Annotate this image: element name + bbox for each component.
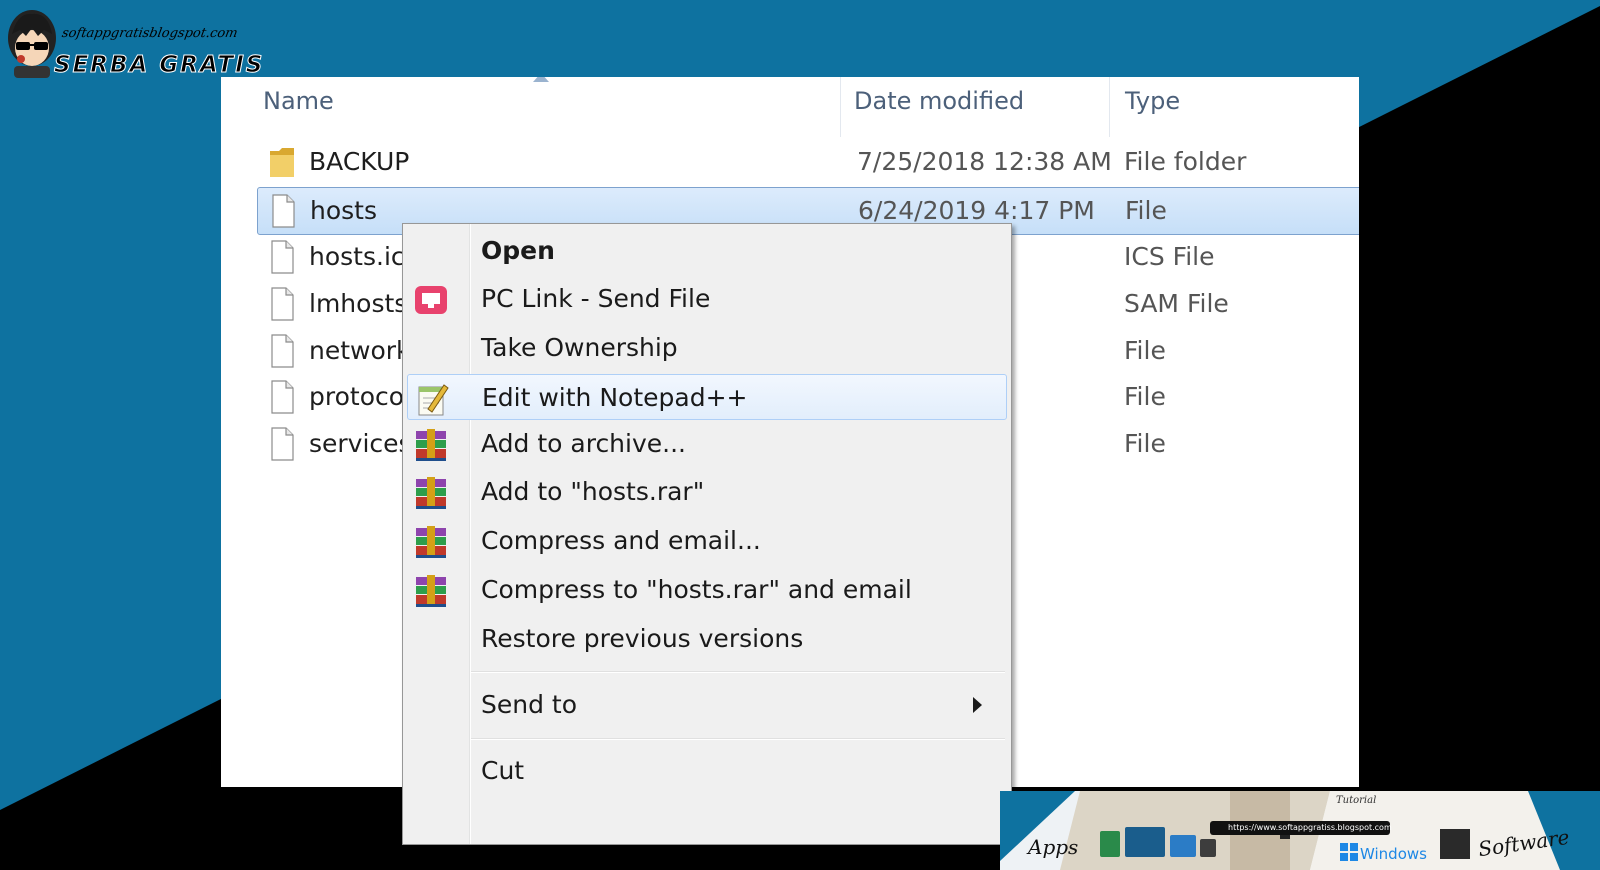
banner-tutorial-text: Tutorial [1336,795,1377,806]
banner-windows-text: Windows [1360,845,1427,863]
folder-icon [270,148,294,177]
menu-item-label: PC Link - Send File [481,284,711,313]
winrar-icon [416,575,446,607]
menu-item-label: Restore previous versions [481,624,804,653]
menu-item-edit-with-notepad[interactable]: Edit with Notepad++ [407,374,1007,420]
file-name: hosts.ic [309,242,405,271]
file-icon [271,380,294,414]
menu-item-compress-and-email[interactable]: Compress and email... [407,518,1007,564]
notepad-plus-plus-icon [418,384,449,416]
file-icon [271,334,294,368]
menu-item-add-to-hosts-rar[interactable]: Add to "hosts.rar" [407,469,1007,515]
winrar-icon [416,477,446,509]
file-type: File [1124,382,1166,411]
menu-item-label: Edit with Notepad++ [482,383,748,412]
file-date: 6/24/2019 4:17 PM [858,196,1095,225]
file-date: 7/25/2018 12:38 AM [857,147,1112,176]
menu-item-add-to-archive[interactable]: Add to archive... [407,421,1007,467]
banner-url: https://www.softappgratiss.blogspot.com [1228,823,1392,832]
sort-indicator-icon [533,77,549,82]
column-divider[interactable] [840,77,841,137]
winrar-icon [416,429,446,461]
mascot-avatar [8,10,56,78]
watermark-logo: softappgratisblogspot.com SERBA GRATIS [4,4,263,80]
menu-item-label: Add to "hosts.rar" [481,477,705,506]
submenu-arrow-icon [973,697,982,713]
menu-separator [471,671,1005,673]
file-type: SAM File [1124,289,1229,318]
file-type: File [1124,429,1166,458]
file-type: File [1125,196,1167,225]
menu-item-label: Take Ownership [481,333,678,362]
file-row[interactable]: BACKUP 7/25/2018 12:38 AM File folder [257,139,1359,185]
menu-item-label: Open [481,236,555,265]
file-icon [271,240,294,274]
column-header-date[interactable]: Date modified [854,87,1024,117]
menu-item-take-ownership[interactable]: Take Ownership [407,325,1007,371]
menu-item-label: Send to [481,690,578,719]
column-divider[interactable] [1109,77,1110,137]
pc-link-icon [415,286,447,314]
promo-banner: Apps https://www.softappgratiss.blogspot… [1000,791,1600,870]
menu-item-label: Add to archive... [481,429,686,458]
file-type: File folder [1124,147,1247,176]
menu-item-send-to[interactable]: Send to [407,682,1007,728]
context-menu: Open PC Link - Send File Take Ownership Edi… [402,223,1012,845]
winrar-icon [416,526,446,558]
file-icon [272,194,295,228]
menu-item-open[interactable]: Open [407,228,1007,274]
file-name: services [309,429,412,458]
file-name: protoco [309,382,405,411]
file-icon [271,427,294,461]
file-name: hosts [310,196,377,225]
file-name: network [309,336,411,365]
column-header-name[interactable]: Name [263,87,334,117]
file-name: lmhosts [309,289,408,318]
menu-item-restore-previous-versions[interactable]: Restore previous versions [407,616,1007,662]
file-icon [271,287,294,321]
menu-item-label: Compress and email... [481,526,761,555]
banner-apps-text: Apps [1028,835,1079,859]
watermark-url: softappgratisblogspot.com [60,26,239,41]
menu-item-label: Cut [481,756,525,785]
file-type: File [1124,336,1166,365]
file-name: BACKUP [309,147,410,176]
column-header-type[interactable]: Type [1125,87,1180,117]
menu-item-cut[interactable]: Cut [407,748,1007,794]
menu-item-label: Compress to "hosts.rar" and email [481,575,912,604]
menu-item-pc-link-send-file[interactable]: PC Link - Send File [407,276,1007,322]
watermark-brand: SERBA GRATIS [53,52,265,79]
menu-item-compress-to-hosts-rar-and-email[interactable]: Compress to "hosts.rar" and email [407,567,1007,613]
file-type: ICS File [1124,242,1215,271]
menu-separator [471,738,1005,740]
